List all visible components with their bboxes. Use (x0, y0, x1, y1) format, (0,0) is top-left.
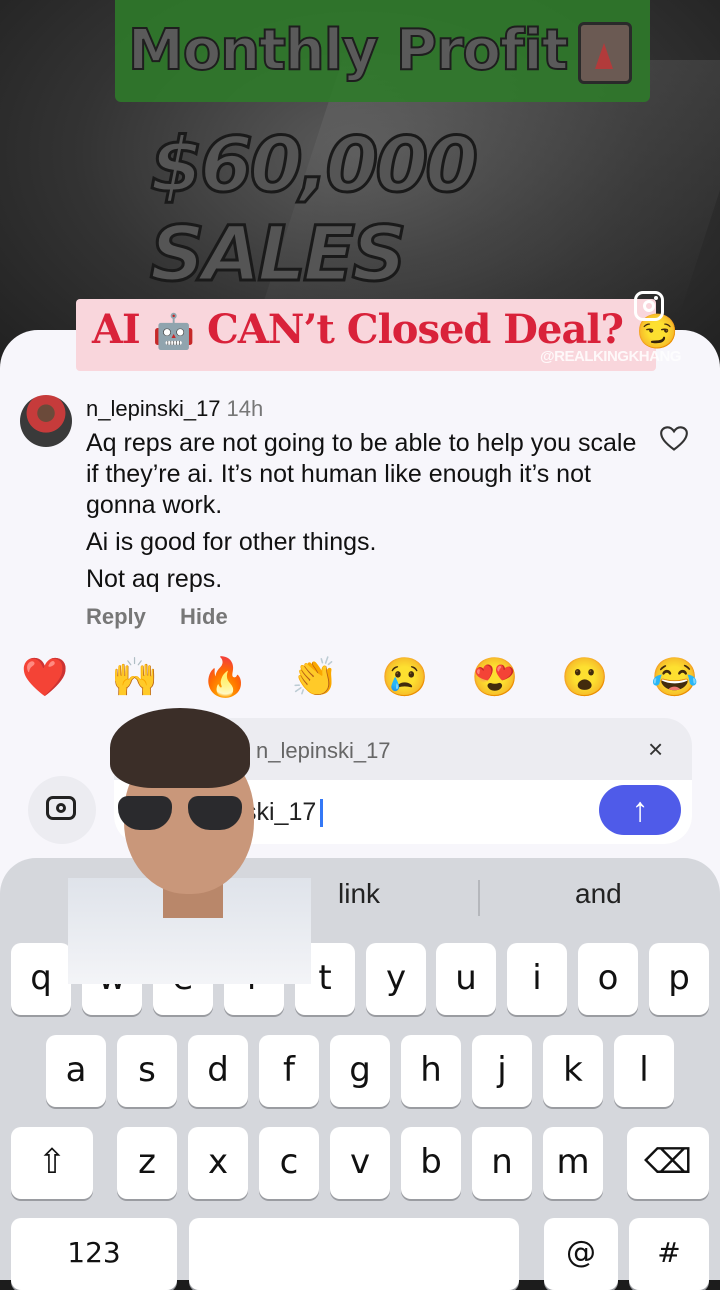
comment-username[interactable]: n_lepinski_17 (86, 396, 221, 421)
comment-paragraph: Ai is good for other things. (86, 528, 377, 556)
crying-emoji-button[interactable]: 😢 (375, 656, 435, 700)
key-u[interactable]: u (436, 943, 496, 1015)
presenter-video-overlay (68, 708, 311, 984)
send-button[interactable]: ↑ (599, 785, 681, 835)
avatar[interactable] (20, 395, 72, 447)
key-d[interactable]: d (188, 1035, 248, 1107)
hash-key[interactable]: # (629, 1218, 709, 1290)
key-o[interactable]: o (578, 943, 638, 1015)
heart-emoji-button[interactable]: ❤️ (15, 656, 75, 700)
key-i[interactable]: i (507, 943, 567, 1015)
numbers-key[interactable]: 123 (11, 1218, 177, 1290)
key-f[interactable]: f (259, 1035, 319, 1107)
key-v[interactable]: v (330, 1127, 390, 1199)
heart-eyes-emoji-button[interactable]: 😍 (465, 656, 525, 700)
caption-suffix: CAN’t Closed Deal? (206, 306, 624, 353)
comment-paragraph: Not aq reps. (86, 565, 223, 593)
fire-emoji-button[interactable]: 🔥 (195, 656, 255, 700)
text-caret (320, 799, 324, 828)
raised-hands-emoji-button[interactable]: 🙌 (105, 656, 165, 700)
key-k[interactable]: k (543, 1035, 603, 1107)
clap-emoji-button[interactable]: 👏 (285, 656, 345, 700)
caption-text: AI 🤖 CAN’t Closed Deal? 😏 (92, 306, 678, 353)
key-y[interactable]: y (366, 943, 426, 1015)
sales-overlay-text: $60,000 SALES (149, 119, 480, 300)
laughing-emoji-button[interactable]: 😂 (645, 656, 705, 700)
robot-icon: 🤖 (152, 312, 195, 352)
comment-time: 14h (226, 396, 264, 421)
key-m[interactable]: m (543, 1127, 603, 1199)
comment-paragraph: Aq reps are not going to be able to help… (86, 429, 637, 519)
presenter-hair (110, 708, 250, 788)
key-l[interactable]: l (614, 1035, 674, 1107)
key-h[interactable]: h (401, 1035, 461, 1107)
sunglasses-icon (118, 796, 242, 832)
key-s[interactable]: s (117, 1035, 177, 1107)
key-q[interactable]: q (11, 943, 71, 1015)
shift-key[interactable]: ⇧ (11, 1127, 93, 1199)
suggestion-divider (478, 880, 480, 916)
key-j[interactable]: j (472, 1035, 532, 1107)
comment-actions: Reply Hide (86, 604, 256, 630)
key-b[interactable]: b (401, 1127, 461, 1199)
key-p[interactable]: p (649, 943, 709, 1015)
key-c[interactable]: c (259, 1127, 319, 1199)
profit-banner-text: Monthly Profit (127, 17, 569, 84)
key-z[interactable]: z (117, 1127, 177, 1199)
instagram-icon (634, 291, 664, 321)
hide-button[interactable]: Hide (180, 604, 228, 629)
caption-prefix: AI (92, 306, 141, 353)
backspace-key[interactable]: ⌫ (627, 1127, 709, 1199)
watermark: @REALKINGKHANG (540, 348, 681, 365)
close-reply-button[interactable]: × (648, 734, 663, 765)
suggestion-3[interactable]: and (575, 878, 622, 910)
space-key[interactable] (189, 1218, 519, 1290)
like-heart-icon[interactable] (660, 426, 688, 452)
emoji-reaction-bar: ❤️ 🙌 🔥 👏 😢 😍 😮 😂 (0, 648, 720, 708)
at-key[interactable]: @ (544, 1218, 618, 1290)
surprised-emoji-button[interactable]: 😮 (555, 656, 615, 700)
suggestion-2[interactable]: link (338, 878, 380, 910)
reply-button[interactable]: Reply (86, 604, 146, 629)
comment-body: Aq reps are not going to be able to help… (86, 428, 646, 601)
key-a[interactable]: a (46, 1035, 106, 1107)
key-n[interactable]: n (472, 1127, 532, 1199)
key-x[interactable]: x (188, 1127, 248, 1199)
comment-header: n_lepinski_17 14h (86, 396, 263, 422)
money-bag-icon (578, 22, 632, 84)
key-g[interactable]: g (330, 1035, 390, 1107)
